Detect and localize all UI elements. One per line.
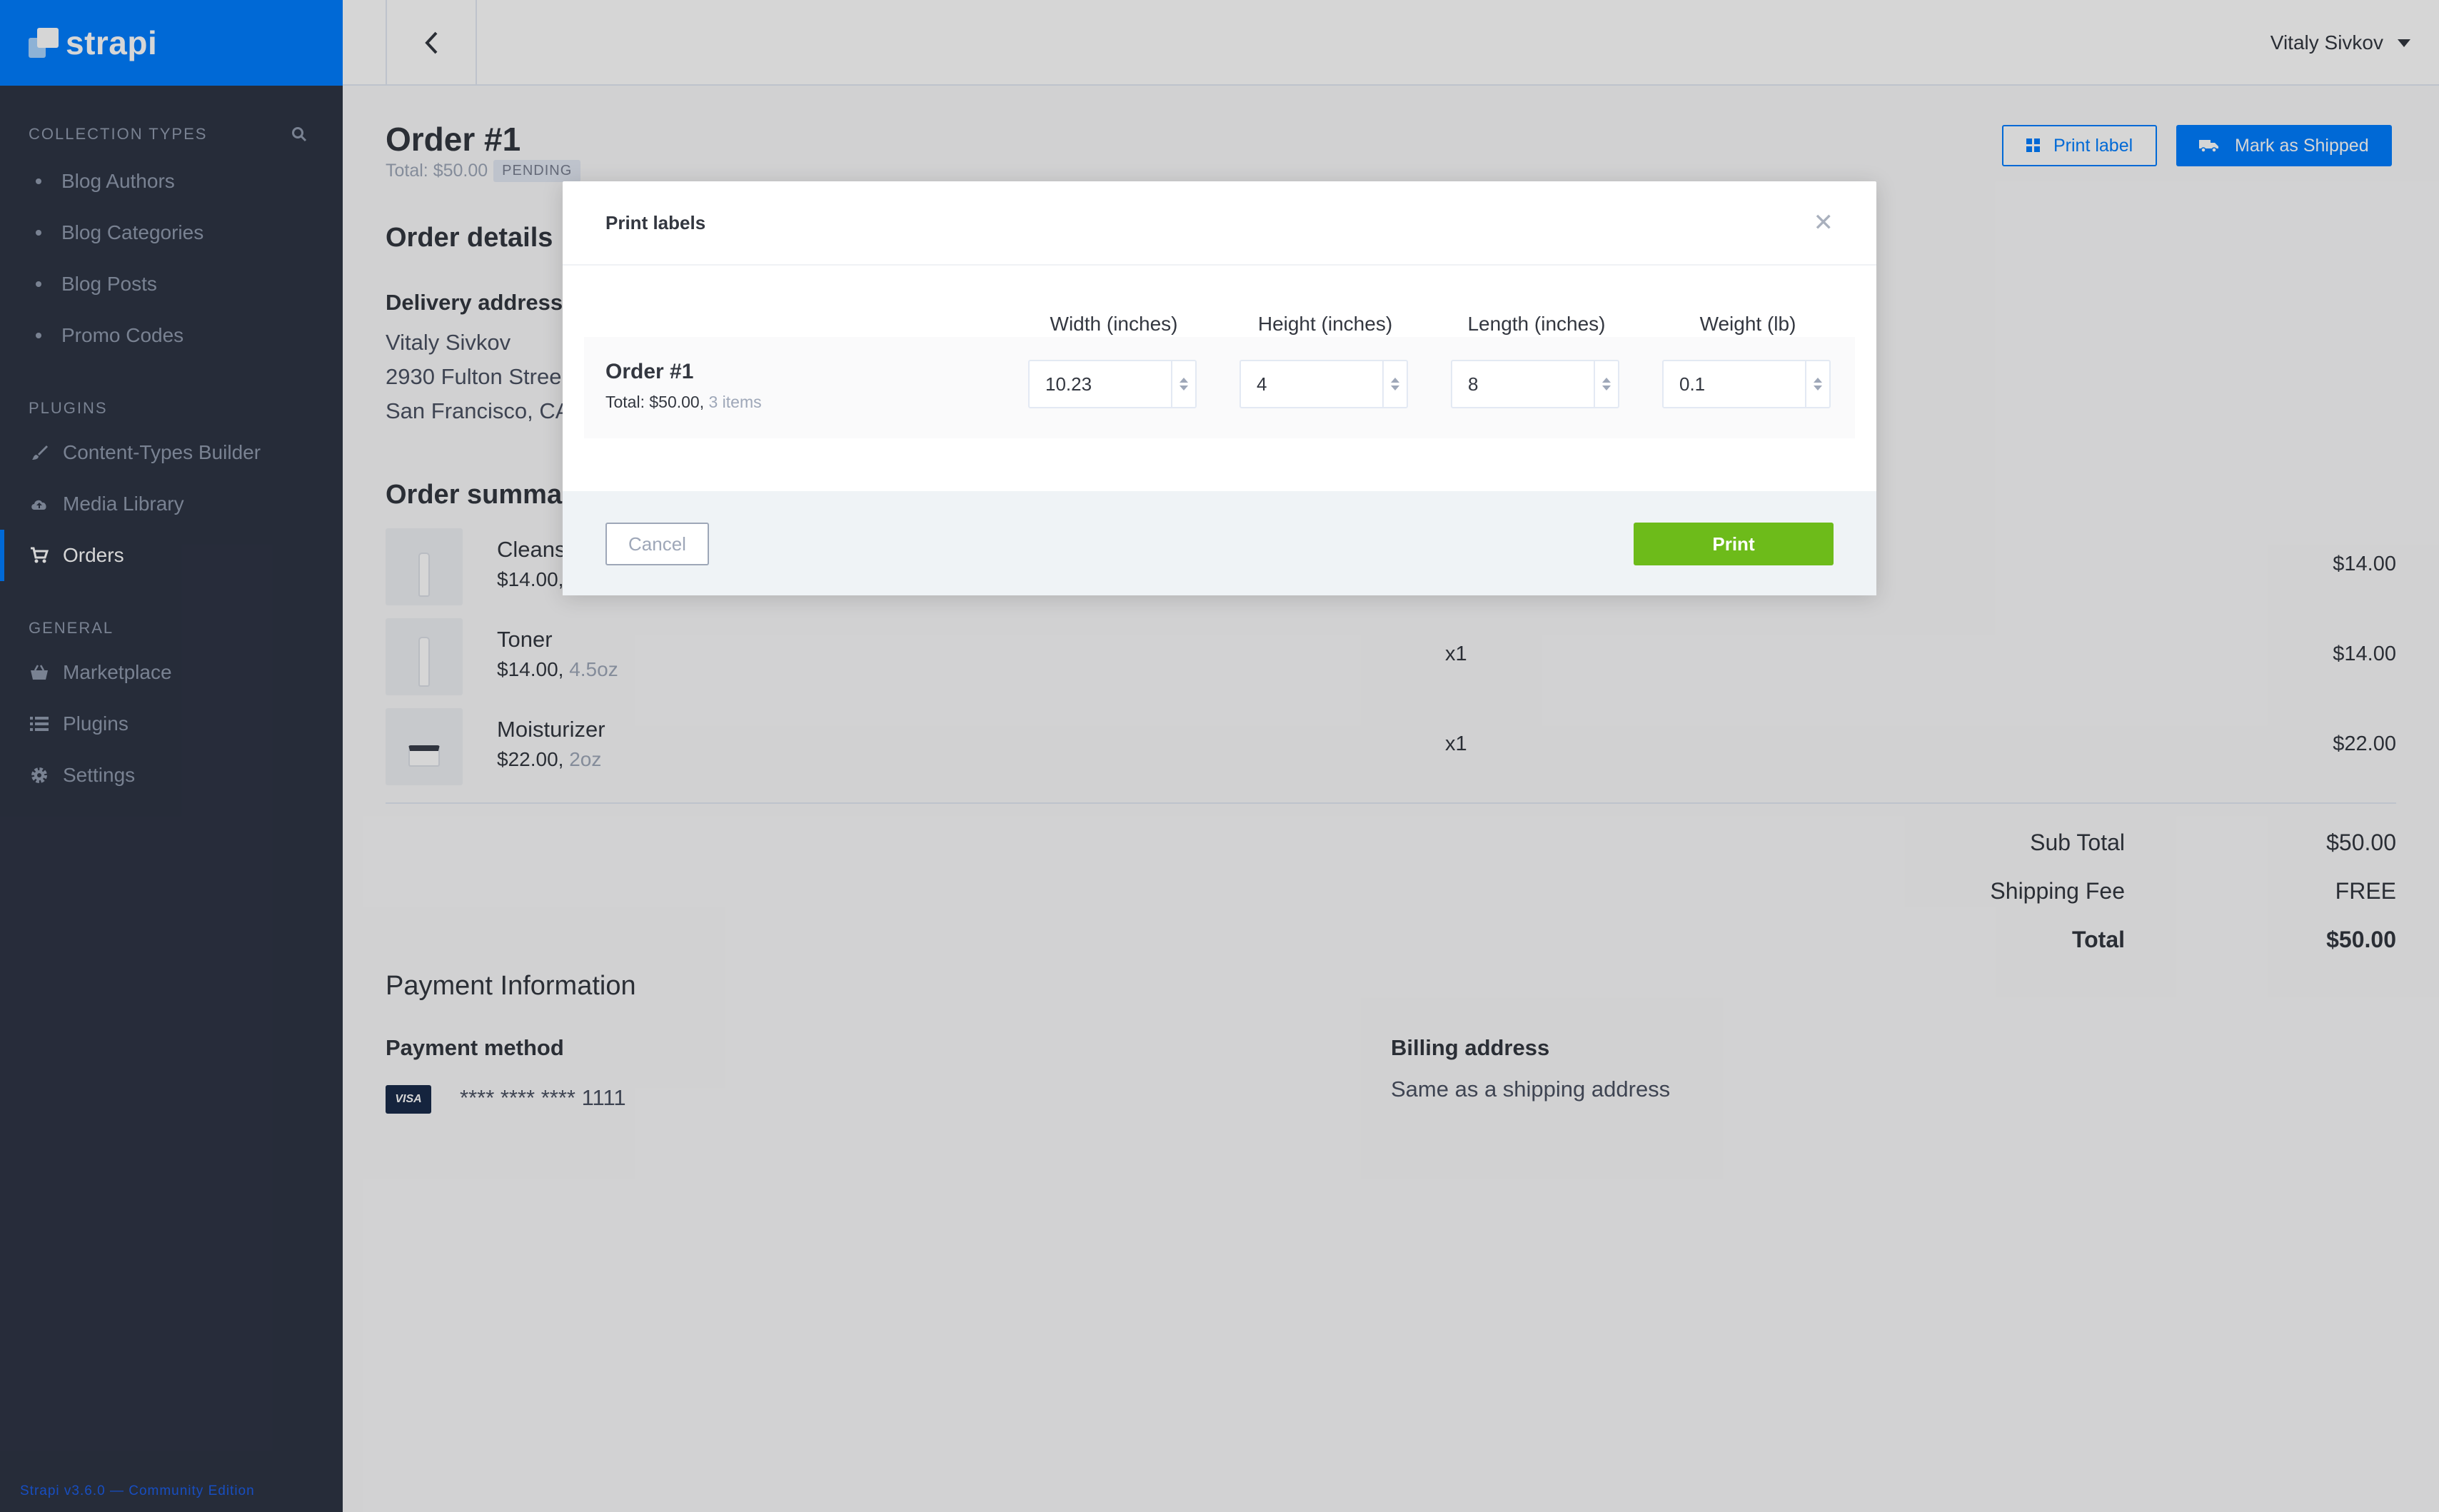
modal-title: Print labels [605, 211, 706, 233]
height-input[interactable]: 4 [1239, 360, 1408, 408]
weight-input-value: 0.1 [1679, 373, 1706, 395]
length-input-value: 8 [1468, 373, 1479, 395]
column-header-width: Width (inches) [1050, 313, 1178, 335]
height-input-value: 4 [1257, 373, 1267, 395]
print-labels-modal: Print labels ✕ Width (inches) Height (in… [563, 181, 1876, 595]
stepper-down-icon [1180, 385, 1188, 390]
number-stepper[interactable] [1382, 361, 1407, 407]
stepper-up-icon [1602, 378, 1611, 383]
stepper-up-icon [1814, 378, 1822, 383]
stepper-up-icon [1391, 378, 1399, 383]
width-input-value: 10.23 [1045, 373, 1092, 395]
modal-header: Print labels ✕ [563, 181, 1876, 266]
number-stepper[interactable] [1805, 361, 1829, 407]
stepper-down-icon [1814, 385, 1822, 390]
column-header-weight: Weight (lb) [1699, 313, 1796, 335]
print-button[interactable]: Print [1634, 523, 1834, 565]
modal-footer: Cancel Print [563, 491, 1876, 595]
weight-input[interactable]: 0.1 [1662, 360, 1831, 408]
width-input[interactable]: 10.23 [1028, 360, 1197, 408]
stepper-down-icon [1391, 385, 1399, 390]
stepper-up-icon [1180, 378, 1188, 383]
cancel-button[interactable]: Cancel [605, 523, 709, 565]
row-order-name: Order #1 [605, 360, 694, 383]
column-header-height: Height (inches) [1257, 313, 1393, 335]
number-stepper[interactable] [1171, 361, 1195, 407]
column-header-length: Length (inches) [1467, 313, 1606, 335]
stepper-down-icon [1602, 385, 1611, 390]
row-total-value: Total: $50.00, [605, 393, 705, 411]
row-order-total: Total: $50.00, 3 items [605, 393, 762, 412]
row-item-count: 3 items [708, 393, 762, 411]
number-stepper[interactable] [1594, 361, 1618, 407]
length-input[interactable]: 8 [1451, 360, 1619, 408]
close-icon[interactable]: ✕ [1814, 208, 1834, 237]
